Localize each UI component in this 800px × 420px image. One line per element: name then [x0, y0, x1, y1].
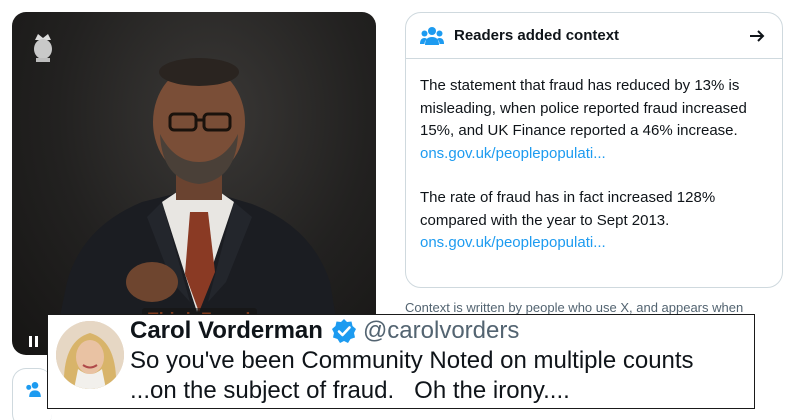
- arrow-right-icon[interactable]: [748, 27, 766, 45]
- community-note-header[interactable]: Readers added context: [406, 13, 782, 59]
- community-note-body: The statement that fraud has reduced by …: [406, 59, 782, 255]
- quote-text: So you've been Community Noted on multip…: [130, 346, 694, 406]
- community-note-footnote: Context is written by people who use X, …: [405, 300, 744, 315]
- people-icon: [420, 26, 444, 45]
- source-link[interactable]: ons.gov.uk/peoplepopulati...: [420, 143, 768, 166]
- community-note-card: Readers added context The statement that…: [405, 12, 783, 288]
- note-paragraph: The statement that fraud has reduced by …: [420, 77, 747, 139]
- quote-tweet: Carol Vorderman @carolvorders So you've …: [47, 314, 755, 409]
- community-note-title: Readers added context: [454, 27, 620, 44]
- speaker-figure: [52, 58, 342, 355]
- avatar[interactable]: [56, 321, 124, 389]
- partial-note-card: [12, 368, 52, 420]
- author-name: Carol Vorderman: [130, 317, 323, 344]
- verified-badge-icon: [331, 319, 356, 343]
- source-link[interactable]: ons.gov.uk/peoplepopulati...: [420, 232, 768, 255]
- people-icon: [26, 382, 41, 397]
- pause-button[interactable]: [22, 330, 44, 352]
- quote-author[interactable]: Carol Vorderman @carolvorders: [130, 317, 519, 345]
- quote-line: So you've been Community Noted on multip…: [130, 347, 694, 374]
- note-paragraph: The rate of fraud has in fact increased …: [420, 189, 716, 229]
- quote-line: ...on the subject of fraud. Oh the irony…: [130, 377, 570, 404]
- pause-icon: [28, 335, 32, 347]
- video-player[interactable]: Think Fraud: [12, 12, 376, 355]
- author-handle: @carolvorders: [362, 317, 520, 344]
- royal-crest-icon: [34, 34, 52, 62]
